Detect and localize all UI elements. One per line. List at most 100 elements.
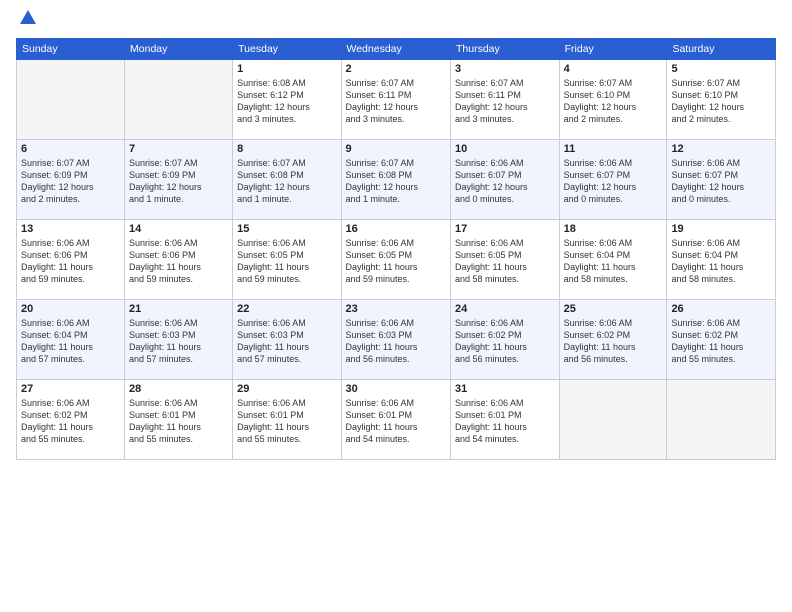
calendar-cell: 8 Sunrise: 6:07 AM Sunset: 6:08 PM Daylig… [233, 140, 341, 220]
calendar-cell: 21 Sunrise: 6:06 AM Sunset: 6:03 PM Dayli… [125, 300, 233, 380]
day-number: 20 [21, 303, 120, 315]
day-info: Sunrise: 6:06 AM Sunset: 6:04 PM Dayligh… [671, 237, 771, 286]
calendar-cell: 3 Sunrise: 6:07 AM Sunset: 6:11 PM Daylig… [450, 60, 559, 140]
day-info: Sunrise: 6:07 AM Sunset: 6:08 PM Dayligh… [237, 157, 336, 206]
calendar-cell: 1Sunrise: 6:08 AM Sunset: 6:12 PM Daylig… [233, 60, 341, 140]
calendar-cell: 22 Sunrise: 6:06 AM Sunset: 6:03 PM Dayli… [233, 300, 341, 380]
day-info: Sunrise: 6:06 AM Sunset: 6:01 PM Dayligh… [129, 397, 228, 446]
calendar-cell: 16 Sunrise: 6:06 AM Sunset: 6:05 PM Dayli… [341, 220, 450, 300]
day-number: 22 [237, 303, 336, 315]
day-info: Sunrise: 6:06 AM Sunset: 6:06 PM Dayligh… [21, 237, 120, 286]
calendar-cell: 10Sunrise: 6:06 AM Sunset: 6:07 PM Dayli… [450, 140, 559, 220]
calendar-cell: 6 Sunrise: 6:07 AM Sunset: 6:09 PM Daylig… [17, 140, 125, 220]
logo-icon [18, 8, 38, 28]
day-info: Sunrise: 6:06 AM Sunset: 6:06 PM Dayligh… [129, 237, 228, 286]
calendar-week-2: 6 Sunrise: 6:07 AM Sunset: 6:09 PM Daylig… [17, 140, 776, 220]
weekday-header-saturday: Saturday [667, 39, 776, 60]
weekday-header-thursday: Thursday [450, 39, 559, 60]
day-info: Sunrise: 6:06 AM Sunset: 6:07 PM Dayligh… [455, 157, 555, 206]
day-number: 24 [455, 303, 555, 315]
calendar-cell: 19 Sunrise: 6:06 AM Sunset: 6:04 PM Dayli… [667, 220, 776, 300]
calendar-cell: 14 Sunrise: 6:06 AM Sunset: 6:06 PM Dayli… [125, 220, 233, 300]
day-number: 11 [564, 143, 663, 155]
calendar-cell: 7 Sunrise: 6:07 AM Sunset: 6:09 PM Daylig… [125, 140, 233, 220]
day-number: 3 [455, 63, 555, 75]
calendar-cell: 13Sunrise: 6:06 AM Sunset: 6:06 PM Dayli… [17, 220, 125, 300]
day-number: 2 [346, 63, 446, 75]
day-info: Sunrise: 6:07 AM Sunset: 6:11 PM Dayligh… [346, 77, 446, 126]
day-info: Sunrise: 6:06 AM Sunset: 6:02 PM Dayligh… [455, 317, 555, 366]
day-info: Sunrise: 6:07 AM Sunset: 6:09 PM Dayligh… [21, 157, 120, 206]
calendar-week-4: 20 Sunrise: 6:06 AM Sunset: 6:04 PM Dayli… [17, 300, 776, 380]
calendar-cell: 29 Sunrise: 6:06 AM Sunset: 6:01 PM Dayli… [233, 380, 341, 460]
day-info: Sunrise: 6:06 AM Sunset: 6:07 PM Dayligh… [564, 157, 663, 206]
day-info: Sunrise: 6:06 AM Sunset: 6:05 PM Dayligh… [455, 237, 555, 286]
day-info: Sunrise: 6:07 AM Sunset: 6:10 PM Dayligh… [671, 77, 771, 126]
day-info: Sunrise: 6:07 AM Sunset: 6:11 PM Dayligh… [455, 77, 555, 126]
day-number: 26 [671, 303, 771, 315]
calendar-week-3: 13Sunrise: 6:06 AM Sunset: 6:06 PM Dayli… [17, 220, 776, 300]
day-info: Sunrise: 6:06 AM Sunset: 6:03 PM Dayligh… [237, 317, 336, 366]
day-info: Sunrise: 6:06 AM Sunset: 6:04 PM Dayligh… [21, 317, 120, 366]
day-number: 21 [129, 303, 228, 315]
calendar-cell [667, 380, 776, 460]
day-number: 6 [21, 143, 120, 155]
day-number: 8 [237, 143, 336, 155]
day-info: Sunrise: 6:06 AM Sunset: 6:07 PM Dayligh… [671, 157, 771, 206]
day-info: Sunrise: 6:06 AM Sunset: 6:05 PM Dayligh… [237, 237, 336, 286]
day-number: 25 [564, 303, 663, 315]
day-number: 17 [455, 223, 555, 235]
day-info: Sunrise: 6:07 AM Sunset: 6:10 PM Dayligh… [564, 77, 663, 126]
calendar-cell: 12 Sunrise: 6:06 AM Sunset: 6:07 PM Dayli… [667, 140, 776, 220]
day-info: Sunrise: 6:06 AM Sunset: 6:01 PM Dayligh… [346, 397, 446, 446]
calendar-cell: 20 Sunrise: 6:06 AM Sunset: 6:04 PM Dayli… [17, 300, 125, 380]
calendar-cell: 27 Sunrise: 6:06 AM Sunset: 6:02 PM Dayli… [17, 380, 125, 460]
calendar-week-1: 1Sunrise: 6:08 AM Sunset: 6:12 PM Daylig… [17, 60, 776, 140]
day-number: 7 [129, 143, 228, 155]
day-info: Sunrise: 6:06 AM Sunset: 6:03 PM Dayligh… [346, 317, 446, 366]
day-number: 29 [237, 383, 336, 395]
weekday-header-row: SundayMondayTuesdayWednesdayThursdayFrid… [17, 39, 776, 60]
day-info: Sunrise: 6:06 AM Sunset: 6:03 PM Dayligh… [129, 317, 228, 366]
calendar-cell: 4 Sunrise: 6:07 AM Sunset: 6:10 PM Daylig… [559, 60, 667, 140]
day-number: 23 [346, 303, 446, 315]
day-info: Sunrise: 6:06 AM Sunset: 6:02 PM Dayligh… [671, 317, 771, 366]
calendar-cell: 5 Sunrise: 6:07 AM Sunset: 6:10 PM Daylig… [667, 60, 776, 140]
day-number: 12 [671, 143, 771, 155]
calendar-cell: 26 Sunrise: 6:06 AM Sunset: 6:02 PM Dayli… [667, 300, 776, 380]
calendar-cell [125, 60, 233, 140]
weekday-header-sunday: Sunday [17, 39, 125, 60]
calendar-cell [559, 380, 667, 460]
day-info: Sunrise: 6:06 AM Sunset: 6:01 PM Dayligh… [455, 397, 555, 446]
day-number: 18 [564, 223, 663, 235]
calendar-cell [17, 60, 125, 140]
calendar-cell: 23 Sunrise: 6:06 AM Sunset: 6:03 PM Dayli… [341, 300, 450, 380]
calendar-cell: 17 Sunrise: 6:06 AM Sunset: 6:05 PM Dayli… [450, 220, 559, 300]
day-number: 9 [346, 143, 446, 155]
day-info: Sunrise: 6:06 AM Sunset: 6:01 PM Dayligh… [237, 397, 336, 446]
calendar-cell: 11 Sunrise: 6:06 AM Sunset: 6:07 PM Dayli… [559, 140, 667, 220]
header [16, 16, 776, 28]
day-info: Sunrise: 6:06 AM Sunset: 6:04 PM Dayligh… [564, 237, 663, 286]
day-number: 19 [671, 223, 771, 235]
day-number: 5 [671, 63, 771, 75]
day-info: Sunrise: 6:06 AM Sunset: 6:05 PM Dayligh… [346, 237, 446, 286]
weekday-header-wednesday: Wednesday [341, 39, 450, 60]
day-number: 15 [237, 223, 336, 235]
calendar-cell: 25Sunrise: 6:06 AM Sunset: 6:02 PM Dayli… [559, 300, 667, 380]
day-number: 30 [346, 383, 446, 395]
weekday-header-friday: Friday [559, 39, 667, 60]
calendar-cell: 31Sunrise: 6:06 AM Sunset: 6:01 PM Dayli… [450, 380, 559, 460]
logo [16, 16, 38, 28]
day-number: 14 [129, 223, 228, 235]
calendar-cell: 15 Sunrise: 6:06 AM Sunset: 6:05 PM Dayli… [233, 220, 341, 300]
day-number: 4 [564, 63, 663, 75]
day-number: 27 [21, 383, 120, 395]
weekday-header-tuesday: Tuesday [233, 39, 341, 60]
calendar-cell: 28Sunrise: 6:06 AM Sunset: 6:01 PM Dayli… [125, 380, 233, 460]
day-number: 1 [237, 63, 336, 75]
day-info: Sunrise: 6:06 AM Sunset: 6:02 PM Dayligh… [21, 397, 120, 446]
calendar-cell: 2 Sunrise: 6:07 AM Sunset: 6:11 PM Daylig… [341, 60, 450, 140]
day-number: 16 [346, 223, 446, 235]
day-info: Sunrise: 6:07 AM Sunset: 6:09 PM Dayligh… [129, 157, 228, 206]
